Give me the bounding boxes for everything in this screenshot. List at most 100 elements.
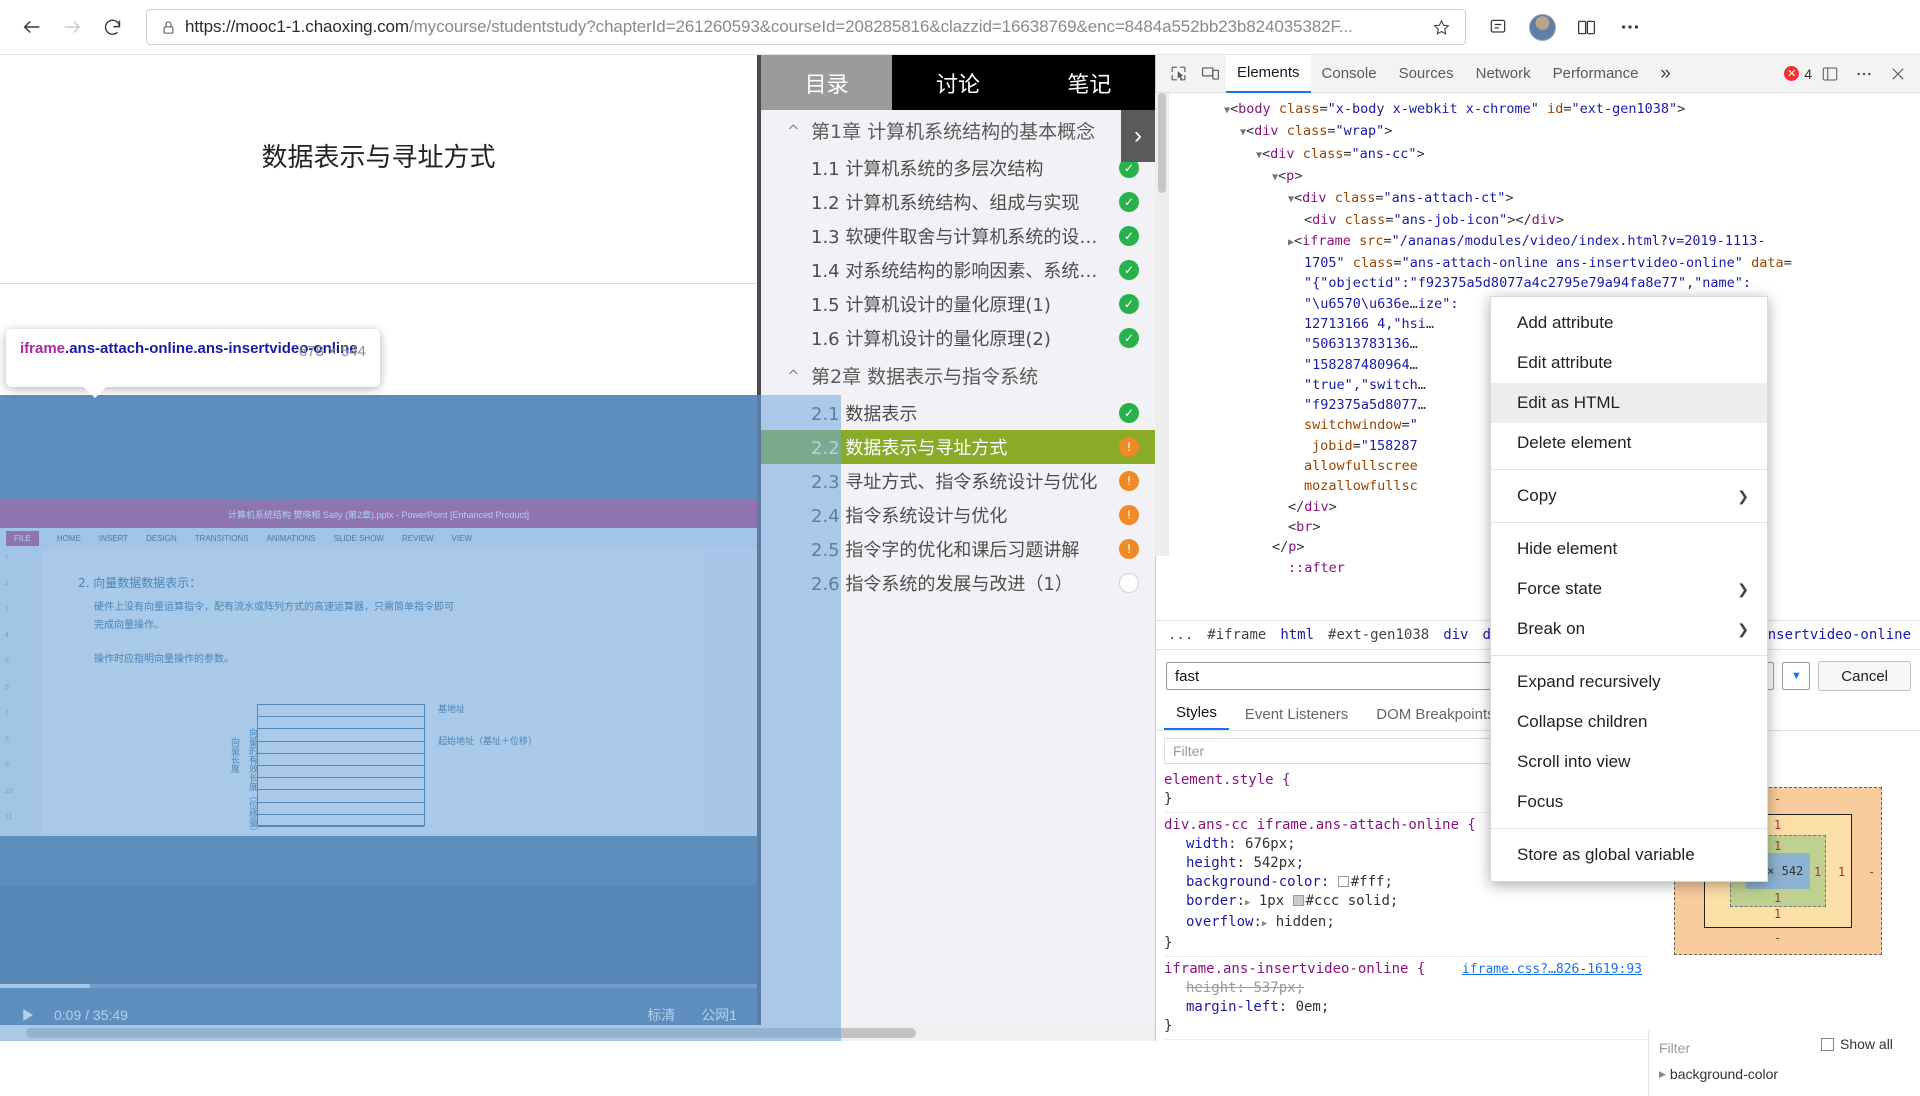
toc-chapter-2[interactable]: ^ 第2章 数据表示与指令系统 bbox=[761, 355, 1155, 396]
css-prop-overflow[interactable]: overflow bbox=[1186, 914, 1253, 930]
menu-item-break-on[interactable]: Break on ❯ bbox=[1491, 609, 1767, 649]
toc-item-2-4[interactable]: 2.4 指令系统设计与优化! bbox=[761, 498, 1155, 532]
chevron-up-icon[interactable]: ^ bbox=[787, 122, 811, 140]
show-all-checkbox[interactable]: Show all bbox=[1821, 1036, 1893, 1052]
toc-item-1-4[interactable]: 1.4 对系统结构的影响因素、系统结... ✓ bbox=[761, 253, 1155, 287]
toc-item-1-2[interactable]: 1.2 计算机系统结构、组成与实现 ✓ bbox=[761, 185, 1155, 219]
more-tabs-icon[interactable]: » bbox=[1650, 59, 1682, 89]
css-prop-width[interactable]: width bbox=[1186, 836, 1228, 852]
expand-arrow-icon[interactable]: ▶ bbox=[1245, 898, 1250, 908]
tab-catalog[interactable]: 目录 bbox=[761, 55, 893, 110]
computed-prop-background-color[interactable]: ▶ background-color bbox=[1659, 1066, 1778, 1082]
box-model-border-top[interactable]: 1 bbox=[1774, 818, 1781, 832]
error-count-badge[interactable]: ✕ 4 bbox=[1784, 66, 1812, 82]
css-prop-margin-left[interactable]: margin-left bbox=[1186, 999, 1279, 1015]
toc-item-1-6[interactable]: 1.6 计算机设计的量化原理(2) ✓ bbox=[761, 321, 1155, 355]
css-prop-border[interactable]: border bbox=[1186, 893, 1237, 909]
menu-item-delete-element[interactable]: Delete element bbox=[1491, 423, 1767, 463]
back-arrow-icon[interactable] bbox=[12, 7, 52, 47]
menu-item-collapse-children[interactable]: Collapse children bbox=[1491, 702, 1767, 742]
box-model-border-right[interactable]: 1 bbox=[1838, 865, 1845, 879]
menu-item-copy[interactable]: Copy ❯ bbox=[1491, 476, 1767, 516]
devtools-menu-icon[interactable] bbox=[1848, 59, 1880, 89]
tab-dom-breakpoints[interactable]: DOM Breakpoints bbox=[1364, 706, 1506, 730]
menu-item-add-attribute[interactable]: Add attribute bbox=[1491, 303, 1767, 343]
toc-item-1-3[interactable]: 1.3 软硬件取舍与计算机系统的设计... ✓ bbox=[761, 219, 1155, 253]
css-prop-background-color[interactable]: background-color bbox=[1186, 874, 1321, 890]
video-player[interactable]: 计算机系统结构 樊晓桠 Sally (第2章).pptx - PowerPoin… bbox=[0, 395, 757, 1041]
box-model-margin-bottom[interactable]: - bbox=[1774, 931, 1781, 945]
menu-item-edit-as-html[interactable]: Edit as HTML bbox=[1491, 383, 1767, 423]
device-toolbar-icon[interactable] bbox=[1194, 59, 1226, 89]
tab-network[interactable]: Network bbox=[1465, 55, 1542, 93]
chevron-right-icon[interactable]: › bbox=[1121, 110, 1155, 162]
play-icon[interactable] bbox=[0, 1006, 54, 1024]
video-quality[interactable]: 标清 bbox=[647, 1005, 675, 1025]
tab-discussion[interactable]: 讨论 bbox=[892, 55, 1024, 110]
breadcrumb-extgen[interactable]: #ext-gen1038 bbox=[1328, 627, 1429, 643]
toc-item-2-1[interactable]: 2.1 数据表示 ✓ bbox=[761, 396, 1155, 430]
menu-item-expand-recursively[interactable]: Expand recursively bbox=[1491, 662, 1767, 702]
breadcrumb-insertvideo[interactable]: insertvideo-online bbox=[1759, 627, 1920, 643]
dom-node-wrap[interactable]: ▼<div class="wrap"> bbox=[1166, 121, 1920, 143]
css-val-overflow[interactable]: hidden bbox=[1276, 914, 1327, 930]
inspect-element-icon[interactable] bbox=[1162, 59, 1194, 89]
tab-sources[interactable]: Sources bbox=[1388, 55, 1465, 93]
menu-item-edit-attribute[interactable]: Edit attribute bbox=[1491, 343, 1767, 383]
css-source-link[interactable]: iframe.css?…826-1619:93 bbox=[1462, 960, 1648, 979]
profile-avatar[interactable] bbox=[1520, 7, 1564, 47]
toc-item-2-2[interactable]: 2.2 数据表示与寻址方式! bbox=[761, 430, 1155, 464]
dom-node-ans-job-icon[interactable]: <div class="ans-job-icon"></div> bbox=[1166, 210, 1920, 230]
cancel-button[interactable]: Cancel bbox=[1818, 661, 1911, 691]
reload-icon[interactable] bbox=[92, 7, 132, 47]
menu-item-focus[interactable]: Focus bbox=[1491, 782, 1767, 822]
favorite-star-icon[interactable] bbox=[1425, 18, 1457, 37]
css-val-width[interactable]: 676px bbox=[1245, 836, 1287, 852]
color-swatch[interactable] bbox=[1292, 895, 1304, 906]
menu-item-store-as-global-variable[interactable]: Store as global variable bbox=[1491, 835, 1767, 875]
breadcrumb-iframe[interactable]: #iframe bbox=[1207, 627, 1266, 643]
css-val-height[interactable]: 542px bbox=[1253, 855, 1295, 871]
menu-item-force-state[interactable]: Force state ❯ bbox=[1491, 569, 1767, 609]
box-model-border-bottom[interactable]: 1 bbox=[1774, 907, 1781, 921]
checkbox-icon[interactable] bbox=[1821, 1037, 1834, 1051]
tab-elements[interactable]: Elements bbox=[1226, 54, 1311, 93]
menu-item-scroll-into-view[interactable]: Scroll into view bbox=[1491, 742, 1767, 782]
breadcrumb-ellipsis[interactable]: ... bbox=[1168, 627, 1193, 643]
color-swatch[interactable] bbox=[1337, 876, 1349, 887]
tab-performance[interactable]: Performance bbox=[1542, 55, 1650, 93]
video-line[interactable]: 公网1 bbox=[701, 1005, 737, 1025]
collections-icon[interactable] bbox=[1476, 7, 1520, 47]
dom-tree-left-scrollbar[interactable] bbox=[1155, 93, 1169, 556]
css-val-margin-left[interactable]: 0em bbox=[1296, 999, 1321, 1015]
box-model-margin-right[interactable]: - bbox=[1868, 865, 1875, 879]
toc-item-2-5[interactable]: 2.5 指令字的优化和课后习题讲解! bbox=[761, 532, 1155, 566]
dom-node-body[interactable]: ▼<body class="x-body x-webkit x-chrome" … bbox=[1166, 99, 1920, 121]
toc-item-2-3[interactable]: 2.3 寻址方式、指令系统设计与优化! bbox=[761, 464, 1155, 498]
dom-node-ans-attach-ct[interactable]: ▼<div class="ans-attach-ct"> bbox=[1166, 188, 1920, 210]
css-rule-insertvideo-online[interactable]: iframe.css?…826-1619:93 iframe.ans-inser… bbox=[1164, 956, 1648, 1036]
more-options-icon[interactable] bbox=[1608, 7, 1652, 47]
tab-event-listeners[interactable]: Event Listeners bbox=[1233, 706, 1360, 730]
dom-node-ans-cc[interactable]: ▼<div class="ans-cc"> bbox=[1166, 144, 1920, 166]
tab-notes[interactable]: 笔记 bbox=[1023, 55, 1155, 110]
tab-console[interactable]: Console bbox=[1311, 55, 1388, 93]
css-decl-height-struck[interactable]: height: 537px; bbox=[1186, 980, 1304, 996]
dom-node-p[interactable]: ▼<p> bbox=[1166, 166, 1920, 188]
toc-item-1-1[interactable]: 1.1 计算机系统的多层次结构 ✓ bbox=[761, 151, 1155, 185]
css-val-background-color[interactable]: #fff bbox=[1351, 874, 1385, 890]
menu-item-hide-element[interactable]: Hide element bbox=[1491, 529, 1767, 569]
devtools-settings-icon[interactable] bbox=[1814, 59, 1846, 89]
toc-item-1-5[interactable]: 1.5 计算机设计的量化原理(1) ✓ bbox=[761, 287, 1155, 321]
address-bar[interactable]: https://mooc1-1.chaoxing.com/mycourse/st… bbox=[146, 9, 1466, 45]
box-model-padding-bottom[interactable]: 1 bbox=[1774, 891, 1781, 905]
toc-item-2-6[interactable]: 2.6 指令系统的发展与改进（1） bbox=[761, 566, 1155, 600]
chevron-up-icon[interactable]: ^ bbox=[787, 367, 811, 385]
chevron-down-icon[interactable]: ▼ bbox=[1782, 662, 1811, 690]
tab-styles[interactable]: Styles bbox=[1164, 704, 1229, 730]
split-screen-icon[interactable] bbox=[1564, 7, 1608, 47]
close-icon[interactable] bbox=[1882, 59, 1914, 89]
expand-arrow-icon[interactable]: ▶ bbox=[1659, 1069, 1666, 1080]
expand-arrow-icon[interactable]: ▶ bbox=[1262, 919, 1267, 929]
box-model-padding-right[interactable]: 1 bbox=[1814, 865, 1821, 879]
